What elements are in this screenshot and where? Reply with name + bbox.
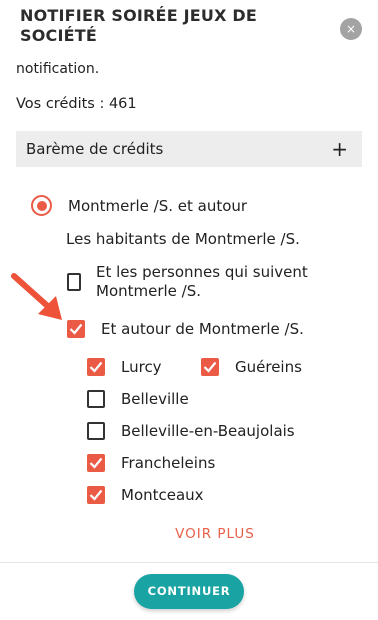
followers-label: Et les personnes qui suivent Montmerle /… bbox=[96, 263, 308, 300]
around-checkbox[interactable] bbox=[67, 320, 85, 338]
town-label: Montceaux bbox=[121, 486, 204, 504]
town-checkbox-guereins[interactable] bbox=[201, 358, 219, 376]
see-more-link[interactable]: VOIR PLUS bbox=[0, 526, 378, 542]
town-label: Lurcy bbox=[121, 358, 162, 376]
check-icon bbox=[89, 457, 103, 469]
town-label: Belleville bbox=[121, 390, 189, 408]
modal-header: NOTIFIER SOIRÉE JEUX DE SOCIÉTÉ × bbox=[0, 0, 378, 56]
area-radio-label: Montmerle /S. et autour bbox=[68, 197, 248, 215]
around-label: Et autour de Montmerle /S. bbox=[101, 320, 304, 338]
close-button[interactable]: × bbox=[340, 18, 362, 40]
town-label: Belleville-en-Beaujolais bbox=[121, 422, 295, 440]
town-label: Guéreins bbox=[235, 358, 302, 376]
radio-selected-dot bbox=[36, 200, 47, 211]
continue-button[interactable]: CONTINUER bbox=[134, 574, 244, 609]
town-checkbox-francheleins[interactable] bbox=[87, 454, 105, 472]
followers-checkbox[interactable] bbox=[67, 273, 81, 291]
plus-icon: + bbox=[331, 137, 348, 161]
check-icon bbox=[69, 323, 83, 335]
check-icon bbox=[203, 361, 217, 373]
pointer-arrow-icon bbox=[11, 273, 62, 320]
town-checkbox-montceaux[interactable] bbox=[87, 486, 105, 504]
check-icon bbox=[89, 361, 103, 373]
town-checkbox-belleville[interactable] bbox=[87, 390, 105, 408]
credit-scale-label: Barème de crédits bbox=[26, 140, 164, 158]
footer-divider bbox=[0, 562, 378, 563]
town-label: Francheleins bbox=[121, 454, 216, 472]
credit-scale-accordion[interactable]: Barème de crédits + bbox=[16, 131, 362, 167]
town-checkbox-lurcy[interactable] bbox=[87, 358, 105, 376]
credits-balance: Vos crédits : 461 bbox=[16, 96, 137, 112]
close-icon: × bbox=[345, 22, 357, 36]
modal-title: NOTIFIER SOIRÉE JEUX DE SOCIÉTÉ bbox=[20, 6, 257, 45]
area-radio-button[interactable] bbox=[31, 195, 52, 216]
residents-label: Les habitants de Montmerle /S. bbox=[66, 230, 300, 248]
check-icon bbox=[89, 489, 103, 501]
town-checkbox-belleville-en-beaujolais[interactable] bbox=[87, 422, 105, 440]
